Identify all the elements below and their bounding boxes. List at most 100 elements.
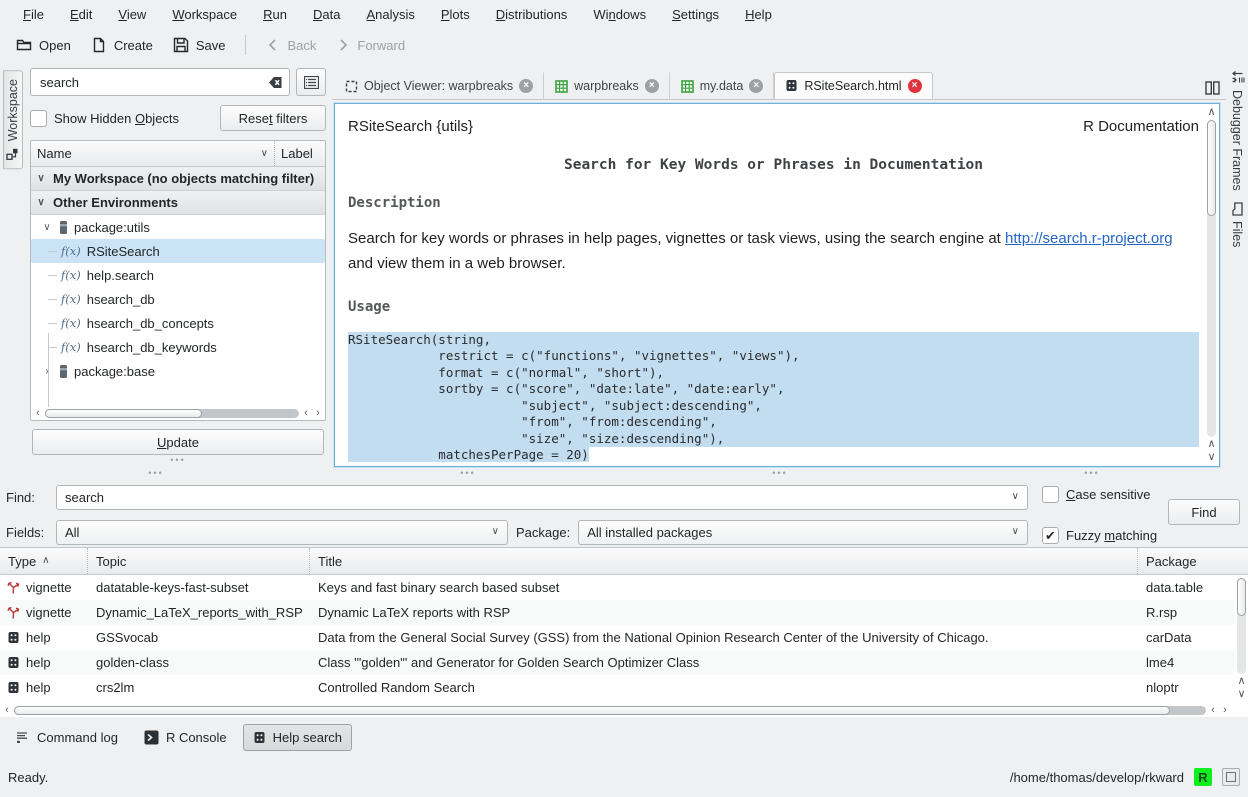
tree-item-label: package:utils — [74, 220, 150, 235]
show-hidden-objects-checkbox[interactable]: Show Hidden Objects — [30, 110, 212, 127]
table-row[interactable]: vignette datatable-keys-fast-subset Keys… — [0, 575, 1234, 600]
command-log-tool-button[interactable]: Command log — [6, 724, 128, 751]
search-r-project-link[interactable]: http://search.r-project.org — [1005, 230, 1173, 247]
package-column-header[interactable]: Package — [1138, 548, 1234, 574]
scroll-left-icon[interactable]: ‹ — [1208, 705, 1218, 716]
clear-search-icon[interactable] — [263, 74, 283, 91]
fuzzy-matching-checkbox[interactable]: ✔ Fuzzy matching — [1042, 527, 1240, 544]
object-search-input[interactable]: search — [30, 68, 290, 96]
result-type: vignette — [26, 605, 72, 620]
table-row[interactable]: vignette Dynamic_LaTeX_reports_with_RSP … — [0, 600, 1234, 625]
menu-item-view[interactable]: View — [105, 3, 159, 26]
main-splitter-handle[interactable]: •••••••••••• — [0, 467, 1248, 479]
menu-item-distributions[interactable]: Distributions — [483, 3, 581, 26]
menu-item-edit[interactable]: Edit — [57, 3, 105, 26]
open-button[interactable]: Open — [8, 33, 79, 57]
scroll-up-icon[interactable]: ∧ — [1237, 676, 1247, 687]
help-search-form: Find: search ∨ Fields: All ∨ Package: Al… — [0, 479, 1248, 547]
scroll-up-icon[interactable]: ∧ — [1207, 107, 1217, 118]
tree-item-hsearch-db-concepts[interactable]: f(x) hsearch_db_concepts — [31, 311, 325, 335]
view-options-button[interactable] — [296, 68, 326, 96]
results-vertical-scrollbar[interactable]: ∧ ∨ — [1235, 576, 1248, 702]
menu-item-run[interactable]: Run — [250, 3, 300, 26]
reset-filters-button[interactable]: Reset filters — [220, 105, 326, 131]
table-row[interactable]: help crs2lm Controlled Random Search nlo… — [0, 675, 1234, 700]
data-table-icon — [555, 80, 568, 93]
r-console-tool-button[interactable]: R Console — [134, 724, 237, 751]
tree-item-package-utils[interactable]: ∨ package:utils — [31, 215, 325, 239]
title-column-header[interactable]: Title — [310, 548, 1138, 574]
tree-item-help-search[interactable]: f(x) help.search — [31, 263, 325, 287]
menu-item-analysis[interactable]: Analysis — [353, 3, 427, 26]
expander-open-icon[interactable]: ∨ — [35, 197, 47, 208]
files-dock-tab[interactable]: Files — [1229, 199, 1245, 251]
fields-combobox[interactable]: All ∨ — [56, 520, 508, 545]
scroll-down-icon[interactable]: ∨ — [1237, 689, 1247, 700]
package-combobox[interactable]: All installed packages ∨ — [578, 520, 1028, 545]
command-log-icon — [16, 731, 30, 744]
back-button[interactable]: Back — [258, 34, 324, 57]
folder-icon — [1231, 202, 1243, 216]
close-tab-icon[interactable]: × — [749, 79, 763, 93]
scroll-left-icon[interactable]: ‹ — [2, 705, 12, 716]
sidebar-splitter-handle[interactable]: ••• — [30, 455, 326, 467]
object-tree-header[interactable]: Name ∨ Label — [31, 141, 325, 167]
scroll-right-icon[interactable]: › — [1220, 705, 1230, 716]
interrupt-r-button[interactable] — [1222, 768, 1240, 786]
tree-item-rsitesearch[interactable]: f(x) RSiteSearch — [31, 239, 325, 263]
scroll-down-icon[interactable]: ∨ — [1207, 452, 1217, 463]
tree-horizontal-scrollbar[interactable]: ‹ ‹ › — [31, 407, 325, 420]
close-tab-icon[interactable]: × — [908, 79, 922, 93]
result-type: help — [26, 655, 51, 670]
bottom-dock-bar: Command log R Console Help search — [0, 717, 1248, 757]
update-button[interactable]: Update — [32, 429, 324, 455]
forward-button[interactable]: Forward — [328, 34, 413, 57]
tab-warpbreaks[interactable]: warpbreaks × — [544, 72, 670, 99]
help-search-tool-button[interactable]: Help search — [243, 724, 352, 751]
scroll-left-icon[interactable]: ‹ — [301, 408, 311, 419]
menu-item-data[interactable]: Data — [300, 3, 353, 26]
menu-item-windows[interactable]: Windows — [580, 3, 659, 26]
scroll-right-icon[interactable]: › — [313, 408, 323, 419]
expander-open-icon[interactable]: ∨ — [41, 222, 53, 233]
expander-open-icon[interactable]: ∨ — [35, 173, 47, 184]
save-button[interactable]: Save — [165, 33, 234, 57]
tab-my-data[interactable]: my.data × — [670, 72, 775, 99]
tab-rsitesearch-html[interactable]: RSiteSearch.html × — [774, 72, 932, 99]
debugger-frames-dock-tab[interactable]: Debugger Frames — [1229, 66, 1245, 195]
tree-item-hsearch-db[interactable]: f(x) hsearch_db — [31, 287, 325, 311]
menu-item-help[interactable]: Help — [732, 3, 785, 26]
document-vertical-scrollbar[interactable]: ∧ ∧ ∨ — [1205, 105, 1218, 465]
scroll-up-icon[interactable]: ∧ — [1207, 439, 1217, 450]
menu-item-settings[interactable]: Settings — [659, 3, 732, 26]
name-column-header[interactable]: Name — [37, 146, 255, 161]
menu-item-plots[interactable]: Plots — [428, 3, 483, 26]
results-horizontal-scrollbar[interactable]: ‹ ‹ › — [0, 704, 1232, 717]
find-button[interactable]: Find — [1168, 499, 1240, 525]
menu-item-file[interactable]: File — [10, 3, 57, 26]
menu-item-workspace[interactable]: Workspace — [159, 3, 250, 26]
tree-item-my-workspace[interactable]: ∨ My Workspace (no objects matching filt… — [31, 167, 325, 191]
label-column-header[interactable]: Label — [281, 146, 319, 161]
tree-item-hsearch-db-keywords[interactable]: f(x) hsearch_db_keywords — [31, 335, 325, 359]
description-paragraph: Search for key words or phrases in help … — [348, 227, 1199, 277]
workspace-dock-tab[interactable]: Workspace — [3, 70, 23, 169]
tree-item-package-base[interactable]: › package:base — [31, 359, 325, 383]
create-button[interactable]: Create — [83, 33, 161, 57]
type-column-header[interactable]: Type ∧ — [0, 548, 88, 574]
split-view-icon[interactable] — [1205, 81, 1220, 95]
tree-item-other-environments[interactable]: ∨ Other Environments — [31, 191, 325, 215]
table-row[interactable]: help GSSvocab Data from the General Soci… — [0, 625, 1234, 650]
table-row[interactable]: help golden-class Class '"golden"' and G… — [0, 650, 1234, 675]
doc-title: Search for Key Words or Phrases in Docum… — [348, 157, 1199, 173]
find-term-combobox[interactable]: search ∨ — [56, 485, 1028, 510]
expander-closed-icon[interactable]: › — [41, 366, 53, 377]
close-tab-icon[interactable]: × — [645, 79, 659, 93]
name-sort-chevron-icon[interactable]: ∨ — [261, 149, 268, 159]
function-icon: f(x) — [61, 316, 81, 330]
tab-object-viewer-warpbreaks[interactable]: Object Viewer: warpbreaks × — [334, 72, 544, 99]
close-tab-icon[interactable]: × — [519, 79, 533, 93]
topic-column-header[interactable]: Topic — [88, 548, 310, 574]
scroll-left-icon[interactable]: ‹ — [33, 408, 43, 419]
fields-value: All — [65, 525, 486, 540]
